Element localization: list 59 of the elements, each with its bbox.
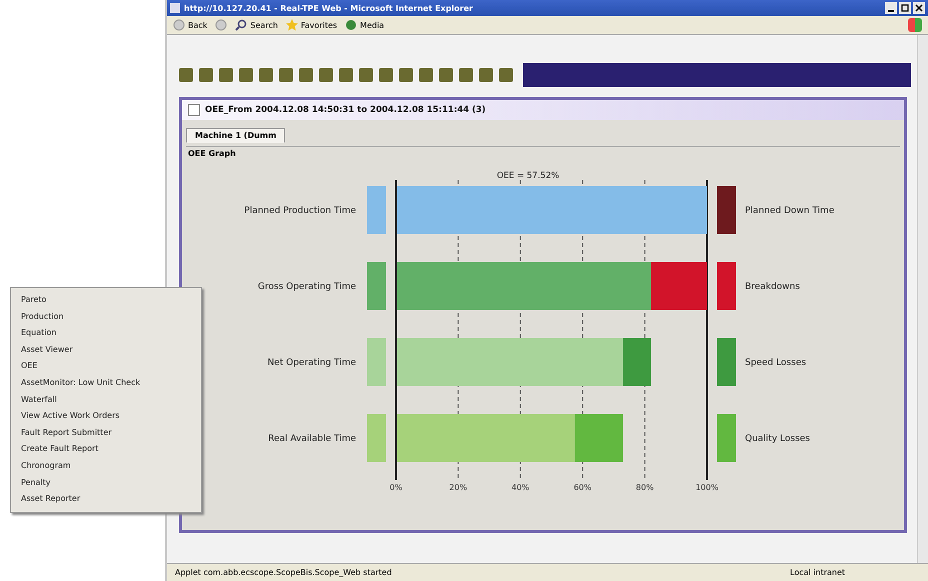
menu-item[interactable]: Create Fault Report (11, 441, 201, 458)
legend-swatch (717, 262, 736, 310)
close-button[interactable] (913, 2, 925, 14)
legend-swatch (367, 414, 386, 462)
applet-title: OEE_From 2004.12.08 14:50:31 to 2004.12.08 15:11:44 (3) (205, 105, 486, 115)
legend-swatch (717, 414, 736, 462)
menu-item[interactable]: Penalty (11, 474, 201, 492)
scrollbar[interactable] (917, 35, 928, 563)
legend-swatch (367, 186, 386, 234)
tick-label: 80% (636, 483, 654, 492)
loss-bar (623, 338, 652, 386)
star-icon (286, 19, 298, 31)
legend-label: Quality Losses (745, 434, 810, 444)
legend-swatch (367, 262, 386, 310)
windows-logo-icon (908, 18, 922, 32)
legend-label: Planned Down Time (745, 206, 834, 216)
row-label: Gross Operating Time (258, 282, 356, 292)
row-label: Real Available Time (268, 434, 356, 444)
legend-label: Breakdowns (745, 282, 800, 292)
menu-item[interactable]: Fault Report Submitter (11, 424, 201, 442)
menu-item[interactable]: Pareto (11, 292, 201, 309)
search-icon (235, 19, 248, 31)
legend-swatch (717, 186, 736, 234)
menu-item[interactable]: OEE (11, 358, 201, 375)
zone-text: Local intranet (790, 568, 846, 577)
menu-item[interactable]: Asset Reporter (11, 491, 201, 508)
menu-item[interactable]: Equation (11, 325, 201, 342)
window-icon (188, 104, 200, 116)
legend-label: Speed Losses (745, 358, 806, 368)
page-icon (170, 3, 180, 13)
menu-item[interactable]: AssetMonitor: Low Unit Check (11, 374, 201, 392)
toolbar-button[interactable]: Back (173, 19, 208, 31)
toolbar-button[interactable]: Favorites (286, 19, 338, 31)
maximize-button[interactable] (899, 2, 911, 14)
minimize-button[interactable] (885, 2, 897, 14)
row-label: Planned Production Time (244, 206, 356, 216)
menu-item[interactable]: Waterfall (11, 392, 201, 408)
group-label: OEE Graph (188, 149, 236, 158)
tick-label: 100% (696, 483, 718, 492)
loss-bar (651, 262, 707, 310)
legend-swatch (367, 338, 386, 386)
status-text: Applet com.abb.ecscope.ScopeBis.Scope_Web started (175, 568, 393, 577)
tick-label: 20% (449, 483, 468, 492)
loss-bar (574, 414, 624, 462)
menu-item[interactable]: View Active Work Orders (11, 408, 201, 425)
tick-label: 0% (390, 483, 402, 492)
media-icon (345, 19, 358, 31)
menu-item[interactable]: Chronogram (11, 458, 201, 475)
tick-label: 60% (574, 483, 592, 492)
toolbar-button[interactable]: Search (235, 19, 278, 31)
legend-swatch (717, 338, 736, 386)
row-label: Net Operating Time (267, 358, 356, 368)
oee-value: OEE = 57.52% (496, 171, 560, 181)
menu-item[interactable]: Production (11, 308, 201, 326)
tab[interactable]: Machine 1 (Dumm (186, 128, 286, 143)
window-title: http://10.127.20.41 - Real-TPE Web - Microsoft Internet Explorer (184, 4, 474, 12)
menu-item[interactable]: Asset Viewer (11, 342, 201, 358)
toolbar-button[interactable]: Media (345, 19, 384, 31)
tick-label: 40% (512, 483, 530, 492)
